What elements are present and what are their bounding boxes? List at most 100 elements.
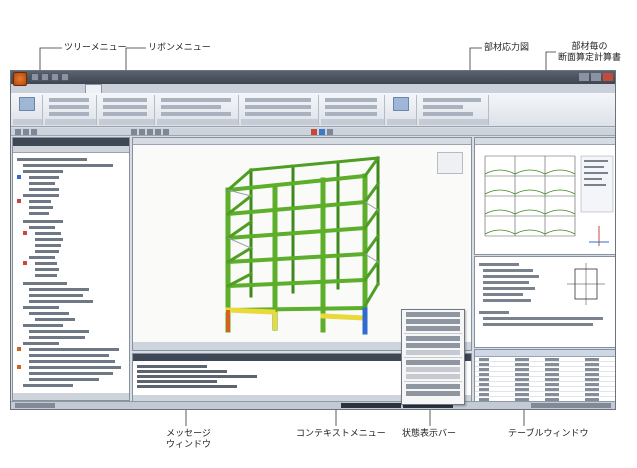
tree-node[interactable] (29, 176, 59, 179)
ribbon-item[interactable] (161, 98, 231, 102)
view-tab[interactable] (154, 344, 163, 349)
tree-node[interactable] (29, 354, 109, 357)
qat-button[interactable] (51, 73, 59, 81)
view-tab[interactable] (139, 344, 148, 349)
ribbon-tab[interactable] (156, 84, 171, 93)
ribbon-tab[interactable] (68, 84, 83, 93)
tree-node[interactable] (29, 200, 51, 203)
toolbar-icon[interactable] (163, 129, 169, 135)
tree-node[interactable] (29, 294, 83, 297)
ribbon-item[interactable] (49, 112, 89, 116)
view-tab[interactable] (183, 344, 192, 349)
ribbon-tab[interactable] (121, 84, 136, 93)
tree-node[interactable] (35, 274, 57, 277)
tree-node[interactable] (23, 306, 59, 309)
ribbon-item[interactable] (103, 98, 147, 102)
maximize-icon[interactable] (591, 73, 601, 81)
ribbon-item[interactable] (103, 105, 147, 109)
tree-node[interactable] (29, 182, 55, 185)
ribbon-large-button[interactable] (393, 97, 409, 111)
tree-node[interactable] (29, 312, 69, 315)
context-menu-item[interactable] (406, 319, 460, 324)
ribbon-item[interactable] (325, 105, 377, 109)
toolbar-icon[interactable] (327, 129, 333, 135)
ribbon-item[interactable] (103, 112, 147, 116)
tree-node[interactable] (29, 206, 53, 209)
tree-node[interactable] (23, 384, 73, 387)
tree-node[interactable] (23, 220, 63, 223)
member-stress-view[interactable] (474, 137, 615, 255)
tree-node[interactable] (23, 164, 113, 167)
context-menu-item[interactable] (406, 360, 460, 365)
tree-node[interactable] (35, 268, 59, 271)
tree-node[interactable] (29, 256, 55, 259)
ribbon-item[interactable] (49, 105, 89, 109)
tree-node[interactable] (35, 244, 61, 247)
tree-node[interactable] (29, 300, 93, 303)
ribbon-item[interactable] (161, 105, 221, 109)
ribbon-tab[interactable] (33, 84, 48, 93)
context-menu-item[interactable] (406, 326, 460, 331)
ribbon-item[interactable] (245, 105, 311, 109)
tree-node[interactable] (35, 238, 63, 241)
ribbon-item[interactable] (423, 98, 481, 102)
ribbon-item[interactable] (245, 98, 311, 102)
tree-node[interactable] (29, 212, 49, 215)
tree-node[interactable] (29, 336, 85, 339)
tree-node[interactable] (29, 226, 55, 229)
ribbon-tab[interactable] (50, 84, 65, 93)
context-menu-item[interactable] (406, 336, 460, 341)
toolbar-icon[interactable] (311, 129, 317, 135)
toolbar-icon[interactable] (319, 129, 325, 135)
ribbon-item[interactable] (325, 112, 377, 116)
ribbon-item[interactable] (423, 105, 463, 109)
ribbon-item[interactable] (161, 112, 231, 116)
tree-node[interactable] (35, 318, 75, 321)
ribbon-item[interactable] (245, 112, 311, 116)
tree-node[interactable] (29, 366, 121, 369)
ribbon-tab-active[interactable] (84, 84, 102, 93)
tree-node[interactable] (29, 360, 115, 363)
tree-node[interactable] (29, 372, 113, 375)
ribbon-tab[interactable] (104, 84, 119, 93)
app-menu-icon[interactable] (13, 72, 27, 86)
tree-node[interactable] (35, 250, 59, 253)
minimize-icon[interactable] (579, 73, 589, 81)
qat-button[interactable] (31, 73, 39, 81)
context-menu-item[interactable] (406, 343, 460, 348)
tree-node[interactable] (23, 194, 59, 197)
toolbar-icon[interactable] (31, 129, 37, 135)
context-menu-item[interactable] (406, 312, 460, 317)
view-tab[interactable] (168, 344, 177, 349)
tree-node[interactable] (29, 188, 59, 191)
tree-node[interactable] (23, 170, 63, 173)
context-menu-item[interactable] (406, 391, 460, 396)
tree-node[interactable] (35, 232, 61, 235)
ribbon-item[interactable] (49, 98, 89, 102)
tree-node[interactable] (29, 348, 119, 351)
toolbar-icon[interactable] (23, 129, 29, 135)
close-icon[interactable] (603, 73, 613, 81)
qat-button[interactable] (61, 73, 69, 81)
tree-node[interactable] (23, 282, 67, 285)
toolbar-icon[interactable] (131, 129, 137, 135)
section-calc-sheet[interactable] (474, 256, 615, 348)
tree-node[interactable] (35, 262, 57, 265)
ribbon-tab[interactable] (139, 84, 154, 93)
tree-node[interactable] (29, 288, 89, 291)
toolbar-icon[interactable] (139, 129, 145, 135)
tree-panel-tabs[interactable] (13, 146, 129, 153)
tree-node[interactable] (29, 378, 99, 381)
tree-node[interactable] (23, 324, 63, 327)
toolbar-icon[interactable] (15, 129, 21, 135)
context-menu-item[interactable] (406, 384, 460, 389)
qat-button[interactable] (41, 73, 49, 81)
tree-node[interactable] (17, 158, 87, 161)
tree-bottom-tabs[interactable] (13, 393, 129, 400)
toolbar-icon[interactable] (147, 129, 153, 135)
toolbar-icon[interactable] (155, 129, 161, 135)
ribbon-item[interactable] (423, 112, 473, 116)
tree-node[interactable] (23, 342, 59, 345)
ribbon-item[interactable] (325, 98, 377, 102)
ribbon-large-button[interactable] (19, 97, 35, 111)
